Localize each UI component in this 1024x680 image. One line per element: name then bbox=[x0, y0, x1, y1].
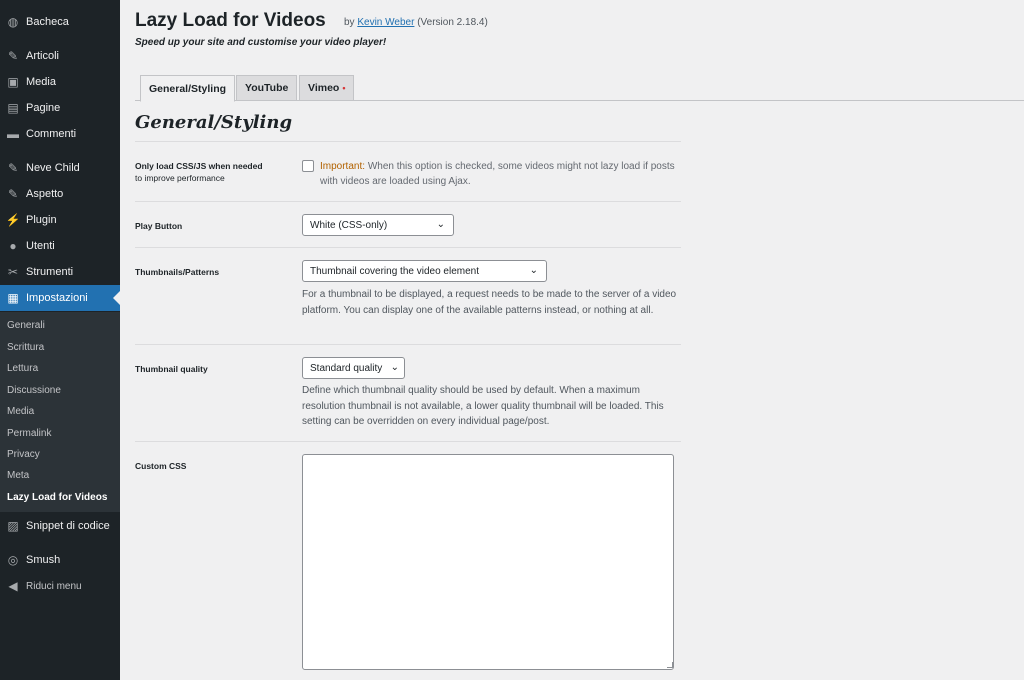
menu-item-articoli[interactable]: ✎ Articoli bbox=[0, 43, 120, 69]
tools-icon: ✂ bbox=[7, 265, 19, 279]
tab-youtube[interactable]: YouTube bbox=[236, 75, 298, 101]
row-divider bbox=[135, 344, 681, 345]
row-divider bbox=[135, 441, 681, 442]
tab-label: Vimeo bbox=[308, 82, 340, 94]
menu-item-label: Snippet di codice bbox=[26, 520, 110, 532]
menu-item-label: Riduci menu bbox=[26, 580, 82, 592]
submenu-item-permalink[interactable]: Permalink bbox=[7, 428, 51, 439]
menu-item-media[interactable]: ▣ Media bbox=[0, 69, 120, 95]
appearance-icon: ✎ bbox=[7, 161, 19, 175]
smush-icon: ◎ bbox=[7, 553, 19, 567]
menu-item-strumenti[interactable]: ✂ Strumenti bbox=[0, 259, 120, 285]
menu-item-impostazioni[interactable]: ▦ Impostazioni bbox=[0, 285, 120, 311]
chevron-down-icon: ⌄ bbox=[390, 362, 399, 373]
section-title: General/Styling bbox=[135, 112, 293, 133]
custom-css-textarea[interactable] bbox=[302, 454, 674, 670]
important-text: When this option is checked, some videos… bbox=[320, 161, 675, 187]
thumb-quality-value: Standard quality bbox=[310, 362, 383, 374]
submenu-item-lettura[interactable]: Lettura bbox=[7, 363, 38, 374]
settings-icon: ▦ bbox=[7, 291, 19, 305]
only-load-checkbox[interactable] bbox=[302, 160, 314, 172]
menu-item-snippet[interactable]: ▨ Snippet di codice bbox=[0, 513, 120, 539]
plugin-version: (Version 2.18.4) bbox=[417, 17, 488, 28]
tab-label: YouTube bbox=[245, 82, 289, 94]
resize-grip-icon[interactable] bbox=[667, 662, 673, 668]
menu-item-label: Strumenti bbox=[26, 266, 74, 278]
collapse-menu-icon: ◀ bbox=[8, 579, 18, 593]
thumbnails-description: For a thumbnail to be displayed, a reque… bbox=[302, 289, 677, 316]
tab-general-styling[interactable]: General/Styling bbox=[140, 75, 236, 102]
submenu-item-privacy[interactable]: Privacy bbox=[7, 449, 40, 460]
media-icon: ▣ bbox=[7, 75, 19, 89]
admin-sidebar: ◍ Bacheca ✎ Articoli ▣ Media ▤ Pagine ▬ … bbox=[0, 0, 120, 680]
chevron-down-icon: ⌄ bbox=[436, 219, 445, 230]
submenu-item-media[interactable]: Media bbox=[7, 406, 34, 417]
submenu-item-scrittura[interactable]: Scrittura bbox=[7, 342, 44, 353]
chevron-down-icon: ⌄ bbox=[529, 265, 538, 276]
settings-submenu: Generali Scrittura Lettura Discussione M… bbox=[0, 312, 120, 512]
thumbnails-select[interactable]: Thumbnail covering the video element ⌄ bbox=[302, 260, 547, 282]
menu-item-smush[interactable]: ◎ Smush bbox=[0, 547, 120, 573]
thumb-quality-label: Thumbnail quality bbox=[135, 364, 208, 374]
menu-item-label: Pagine bbox=[26, 102, 61, 114]
tab-label: General/Styling bbox=[149, 82, 227, 95]
menu-item-label: Neve Child bbox=[26, 162, 80, 174]
thumb-quality-description: Define which thumbnail quality should be… bbox=[302, 385, 664, 427]
menu-item-label: Plugin bbox=[26, 214, 57, 226]
play-button-value: White (CSS-only) bbox=[310, 219, 388, 231]
menu-item-commenti[interactable]: ▬ Commenti bbox=[0, 121, 120, 147]
menu-item-label: Commenti bbox=[26, 128, 77, 140]
plugin-icon: ⚡ bbox=[5, 213, 21, 227]
menu-item-aspetto[interactable]: ✎ Aspetto bbox=[0, 181, 120, 207]
menu-item-bacheca[interactable]: ◍ Bacheca bbox=[0, 9, 120, 35]
only-load-sublabel: to improve performance bbox=[135, 173, 225, 183]
pages-icon: ▤ bbox=[7, 101, 19, 115]
users-icon: ● bbox=[9, 239, 17, 253]
code-snippets-icon: ▨ bbox=[7, 519, 19, 533]
important-prefix: Important: bbox=[320, 161, 366, 172]
page-title: Lazy Load for Videos bbox=[135, 10, 326, 31]
menu-item-pagine[interactable]: ▤ Pagine bbox=[0, 95, 120, 121]
plugin-byline: by Kevin Weber (Version 2.18.4) bbox=[344, 17, 488, 28]
new-dot-icon: • bbox=[342, 83, 346, 93]
section-divider bbox=[135, 141, 681, 142]
brush-icon: ✎ bbox=[7, 187, 19, 201]
dashboard-icon: ◍ bbox=[7, 15, 19, 29]
pin-icon: ✎ bbox=[7, 49, 19, 63]
row-divider bbox=[135, 201, 681, 202]
author-link[interactable]: Kevin Weber bbox=[357, 17, 414, 28]
tab-vimeo[interactable]: Vimeo • bbox=[299, 75, 355, 101]
plugin-tagline: Speed up your site and customise your vi… bbox=[135, 37, 387, 48]
comments-icon: ▬ bbox=[7, 127, 19, 141]
submenu-item-meta[interactable]: Meta bbox=[7, 470, 29, 481]
only-load-description: Important: When this option is checked, … bbox=[320, 159, 690, 189]
menu-item-collapse[interactable]: ◀ Riduci menu bbox=[0, 573, 120, 599]
menu-item-label: Media bbox=[26, 76, 56, 88]
menu-item-label: Utenti bbox=[26, 240, 55, 252]
row-divider bbox=[135, 247, 681, 248]
menu-item-label: Impostazioni bbox=[26, 292, 88, 304]
submenu-item-generali[interactable]: Generali bbox=[7, 320, 45, 331]
main-content: Lazy Load for Videos by Kevin Weber (Ver… bbox=[120, 0, 1024, 680]
custom-css-label: Custom CSS bbox=[135, 461, 187, 471]
menu-item-utenti[interactable]: ● Utenti bbox=[0, 233, 120, 259]
menu-item-plugin[interactable]: ⚡ Plugin bbox=[0, 207, 120, 233]
byline-by: by bbox=[344, 17, 355, 28]
play-button-select[interactable]: White (CSS-only) ⌄ bbox=[302, 214, 454, 236]
submenu-item-lazy-load[interactable]: Lazy Load for Videos bbox=[7, 492, 107, 503]
menu-item-label: Smush bbox=[26, 554, 61, 566]
play-button-label: Play Button bbox=[135, 221, 183, 231]
only-load-label: Only load CSS/JS when needed to improve … bbox=[135, 161, 263, 183]
submenu-item-discussione[interactable]: Discussione bbox=[7, 385, 61, 396]
thumb-quality-select[interactable]: Standard quality ⌄ bbox=[302, 357, 405, 379]
menu-item-label: Articoli bbox=[26, 50, 60, 62]
menu-item-label: Bacheca bbox=[26, 16, 69, 28]
thumbnails-value: Thumbnail covering the video element bbox=[310, 265, 479, 277]
menu-item-neve-child[interactable]: ✎ Neve Child bbox=[0, 155, 120, 181]
thumbnails-label: Thumbnails/Patterns bbox=[135, 267, 220, 277]
menu-item-label: Aspetto bbox=[26, 188, 64, 200]
only-load-label-text: Only load CSS/JS when needed bbox=[135, 161, 263, 171]
